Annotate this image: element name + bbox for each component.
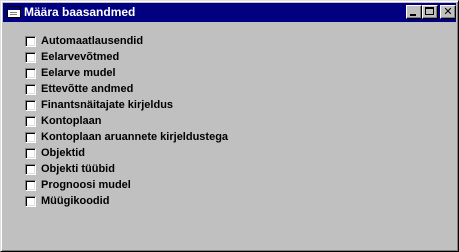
checklist-item-label[interactable]: Eelarvevõtmed <box>41 50 119 64</box>
minimize-button[interactable] <box>406 5 422 19</box>
checkbox[interactable] <box>25 83 36 95</box>
checklist-item-muugikoodid[interactable]: Müügikoodid <box>25 193 228 209</box>
title-bar[interactable]: Määra baasandmed ✕ <box>3 3 456 22</box>
checklist-item-automaatlausendid[interactable]: Automaatlausendid <box>25 33 228 49</box>
checkbox[interactable] <box>25 195 36 207</box>
checklist-item-label[interactable]: Objektid <box>41 146 85 160</box>
checklist-item-label[interactable]: Prognoosi mudel <box>41 178 131 192</box>
checkbox[interactable] <box>25 131 36 143</box>
checklist-item-kontoplaan-aruannete[interactable]: Kontoplaan aruannete kirjeldustega <box>25 129 228 145</box>
checklist-item-label[interactable]: Ettevõtte andmed <box>41 82 133 96</box>
checklist-item-kontoplaan[interactable]: Kontoplaan <box>25 113 228 129</box>
checklist-item-prognoosi-mudel[interactable]: Prognoosi mudel <box>25 177 228 193</box>
checklist-item-ettevotte-andmed[interactable]: Ettevõtte andmed <box>25 81 228 97</box>
checklist-item-finantsnaitajate-kirjeldus[interactable]: Finantsnäitajate kirjeldus <box>25 97 228 113</box>
checkbox[interactable] <box>25 147 36 159</box>
window-title: Määra baasandmed <box>24 5 136 19</box>
define-base-data-window: Määra baasandmed ✕ Automaatlausendid Eel… <box>0 0 459 252</box>
checklist-item-label[interactable]: Kontoplaan <box>41 114 102 128</box>
base-data-checklist: Automaatlausendid Eelarvevõtmed Eelarve … <box>25 33 228 209</box>
checklist-item-eelarvevotmed[interactable]: Eelarvevõtmed <box>25 49 228 65</box>
checklist-item-label[interactable]: Eelarve mudel <box>41 66 116 80</box>
checklist-item-objekti-tuubid[interactable]: Objekti tüübid <box>25 161 228 177</box>
maximize-button[interactable] <box>422 5 438 19</box>
checklist-item-label[interactable]: Müügikoodid <box>41 194 109 208</box>
close-icon: ✕ <box>443 5 453 18</box>
checklist-item-label[interactable]: Finantsnäitajate kirjeldus <box>41 98 173 112</box>
checklist-item-eelarve-mudel[interactable]: Eelarve mudel <box>25 65 228 81</box>
checkbox[interactable] <box>25 99 36 111</box>
checkbox[interactable] <box>25 115 36 127</box>
checklist-item-label[interactable]: Kontoplaan aruannete kirjeldustega <box>41 130 228 144</box>
checkbox[interactable] <box>25 163 36 175</box>
window-menu-icon[interactable] <box>7 6 21 18</box>
checklist-item-objektid[interactable]: Objektid <box>25 145 228 161</box>
maximize-icon <box>425 7 434 15</box>
checkbox[interactable] <box>25 67 36 79</box>
checkbox[interactable] <box>25 179 36 191</box>
checklist-item-label[interactable]: Objekti tüübid <box>41 162 115 176</box>
checklist-item-label[interactable]: Automaatlausendid <box>41 34 143 48</box>
minimize-icon <box>410 14 416 16</box>
close-button[interactable]: ✕ <box>440 5 456 19</box>
checkbox[interactable] <box>25 35 36 47</box>
checkbox[interactable] <box>25 51 36 63</box>
